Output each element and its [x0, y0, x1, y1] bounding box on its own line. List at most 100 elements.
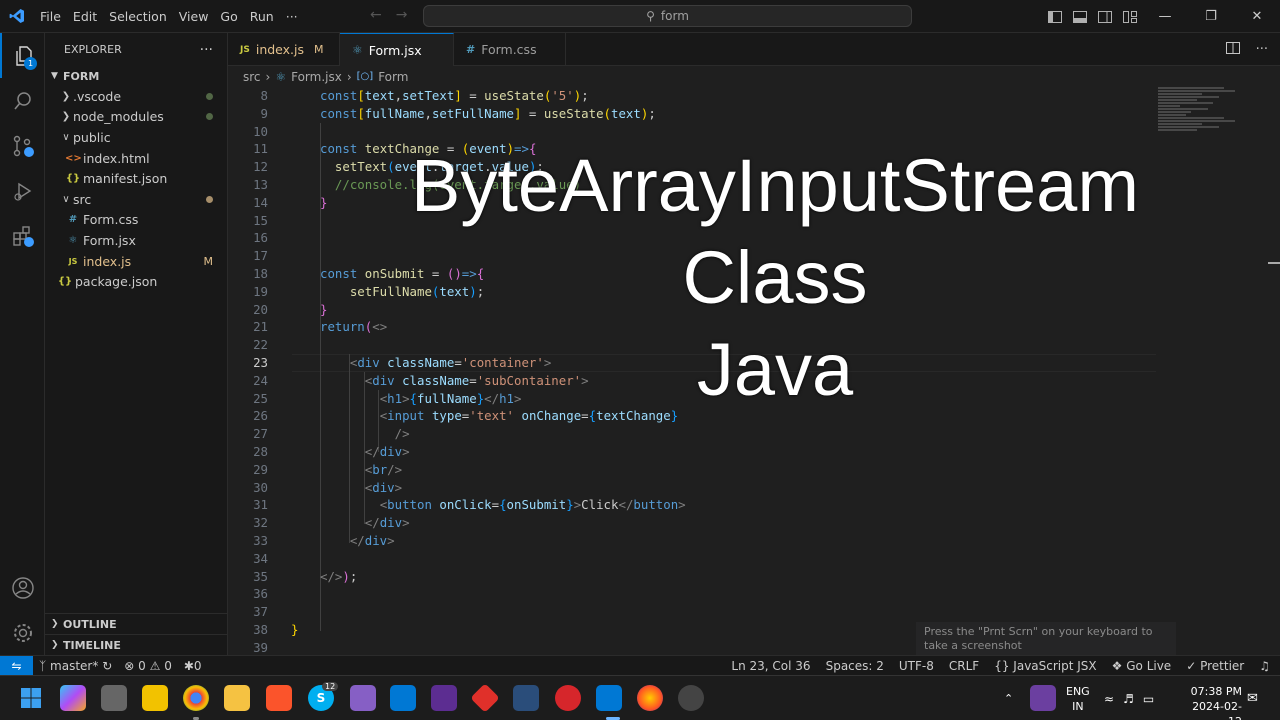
- search-icon[interactable]: [0, 78, 45, 123]
- microsoft-store-icon[interactable]: [390, 685, 416, 711]
- show-hidden-icons[interactable]: ⌃: [1004, 676, 1013, 720]
- split-editor-icon[interactable]: [1225, 41, 1240, 58]
- more-actions-icon[interactable]: ···: [1256, 42, 1268, 57]
- code-line: const[fullName,setFullName] = useState(t…: [320, 105, 656, 121]
- visual-studio-2-icon[interactable]: [431, 685, 457, 711]
- accounts-icon[interactable]: [0, 565, 45, 610]
- command-center-search[interactable]: ⚲ form: [423, 5, 912, 27]
- app-icon[interactable]: [513, 685, 539, 711]
- menu-selection[interactable]: Selection: [103, 0, 173, 33]
- breadcrumb-file[interactable]: Form.jsx: [291, 70, 342, 84]
- line-number-text: 16: [253, 230, 268, 246]
- chrome-icon[interactable]: [183, 685, 209, 711]
- workspace-folder-header[interactable]: ▼ FORM: [45, 66, 227, 86]
- tree-item-label: public: [73, 129, 111, 145]
- vscode-taskbar-icon[interactable]: [596, 685, 622, 711]
- tree-item-package-json[interactable]: {} package.json: [45, 271, 227, 292]
- timeline-section[interactable]: ❯ TIMELINE: [45, 634, 228, 655]
- tree-item-label: index.html: [83, 150, 150, 166]
- search-icon: ⚲: [646, 9, 655, 23]
- tree-item-manifest-json[interactable]: {} manifest.json: [45, 168, 227, 189]
- clock[interactable]: 07:38 PM 2024-02-12: [1190, 684, 1242, 720]
- go-live-button[interactable]: ❖ Go Live: [1112, 659, 1172, 673]
- tree-item-public[interactable]: ∨ public: [45, 127, 227, 148]
- ports-indicator[interactable]: ✱0: [184, 659, 202, 673]
- notification-bell-icon[interactable]: ✉: [1247, 676, 1258, 720]
- skype-badge: 12: [322, 682, 339, 691]
- language-mode[interactable]: {} JavaScript JSX: [994, 659, 1096, 673]
- branch-indicator[interactable]: ᛉ master* ↻: [39, 659, 112, 673]
- menu-view[interactable]: View: [173, 0, 215, 33]
- cursor-position[interactable]: Ln 23, Col 36: [731, 659, 810, 673]
- windows-start-icon[interactable]: [18, 685, 44, 711]
- back-arrow-icon[interactable]: ←: [370, 7, 396, 23]
- indentation[interactable]: Spaces: 2: [826, 659, 884, 673]
- extensions-icon[interactable]: [0, 213, 45, 258]
- notifications-bell-icon[interactable]: ♫: [1259, 659, 1270, 673]
- menu-run[interactable]: Run: [244, 0, 280, 33]
- line-number-text: 34: [253, 550, 268, 566]
- obs-icon[interactable]: [678, 685, 704, 711]
- explorer-badge: 1: [24, 57, 37, 70]
- remote-indicator-icon[interactable]: ⇋: [0, 655, 33, 676]
- widgets-icon[interactable]: [142, 685, 168, 711]
- menu-more[interactable]: ···: [280, 0, 304, 33]
- system-tray[interactable]: ≈ ♬ ▭: [1104, 676, 1154, 720]
- app-red-icon[interactable]: [555, 685, 581, 711]
- more-actions-icon[interactable]: ···: [200, 42, 213, 58]
- explorer-icon[interactable]: 1: [0, 33, 45, 78]
- tab-form-css[interactable]: # Form.css: [454, 33, 566, 66]
- file-explorer-icon[interactable]: [224, 685, 250, 711]
- tray-app-icon[interactable]: [1030, 685, 1056, 711]
- run-debug-icon[interactable]: [0, 168, 45, 213]
- problems-indicator[interactable]: ⊗ 0 ⚠ 0: [124, 659, 172, 673]
- tab-form-jsx[interactable]: ⚛ Form.jsx: [340, 33, 454, 66]
- search-text: form: [660, 9, 689, 23]
- copilot-icon[interactable]: [60, 685, 86, 711]
- tree-item-node-modules[interactable]: ❯ node_modules: [45, 107, 227, 128]
- line-number-text: 10: [253, 123, 268, 139]
- language-indicator[interactable]: ENG IN: [1066, 684, 1090, 714]
- customize-layout-icon[interactable]: [1117, 0, 1142, 33]
- breadcrumb-symbol[interactable]: Form: [378, 70, 408, 84]
- breadcrumb-folder[interactable]: src: [243, 70, 261, 84]
- minimize-icon[interactable]: —: [1142, 0, 1188, 33]
- toggle-primary-sidebar-icon[interactable]: [1042, 0, 1067, 33]
- toggle-secondary-sidebar-icon[interactable]: [1092, 0, 1117, 33]
- task-view-icon[interactable]: [101, 685, 127, 711]
- firefox-icon[interactable]: [637, 685, 663, 711]
- visual-studio-icon[interactable]: [350, 685, 376, 711]
- video-title-overlay: ByteArrayInputStream Class Java: [310, 140, 1240, 416]
- menu-go[interactable]: Go: [214, 0, 243, 33]
- menu-edit[interactable]: Edit: [67, 0, 103, 33]
- chevron-down-icon: ▼: [51, 71, 58, 81]
- line-number: 37: [228, 603, 1280, 621]
- overlay-title-line2: Java: [696, 328, 854, 411]
- git-icon[interactable]: [470, 683, 500, 713]
- menu-file[interactable]: File: [34, 0, 67, 33]
- tree-item-label: .vscode: [73, 88, 122, 104]
- tree-item-src[interactable]: ∨ src: [45, 189, 227, 210]
- settings-gear-icon[interactable]: [0, 610, 45, 655]
- tab-index-js[interactable]: JS index.js M: [228, 33, 340, 66]
- line-number-text: 37: [253, 604, 268, 620]
- source-control-icon[interactable]: [0, 123, 45, 168]
- tree-item-index-js[interactable]: JS index.js M: [45, 251, 227, 272]
- json-file-icon: {}: [57, 276, 73, 288]
- prettier-status[interactable]: ✓ Prettier: [1186, 659, 1244, 673]
- forward-arrow-icon[interactable]: →: [396, 7, 422, 23]
- tree-item-index-html[interactable]: <> index.html: [45, 148, 227, 169]
- tree-item-vscode[interactable]: ❯ .vscode: [45, 86, 227, 107]
- volume-icon: ♬: [1123, 691, 1134, 706]
- line-ending[interactable]: CRLF: [949, 659, 979, 673]
- scrollbar-position-marker[interactable]: [1268, 262, 1280, 264]
- close-icon[interactable]: ✕: [1234, 0, 1280, 33]
- tree-item-form-jsx[interactable]: ⚛ Form.jsx: [45, 230, 227, 251]
- restore-icon[interactable]: ❐: [1188, 0, 1234, 33]
- toggle-panel-icon[interactable]: [1067, 0, 1092, 33]
- outline-section[interactable]: ❯ OUTLINE: [45, 613, 228, 634]
- brave-icon[interactable]: [266, 685, 292, 711]
- tree-item-form-css[interactable]: # Form.css: [45, 210, 227, 231]
- chevron-down-icon: ∨: [62, 193, 70, 205]
- encoding[interactable]: UTF-8: [899, 659, 934, 673]
